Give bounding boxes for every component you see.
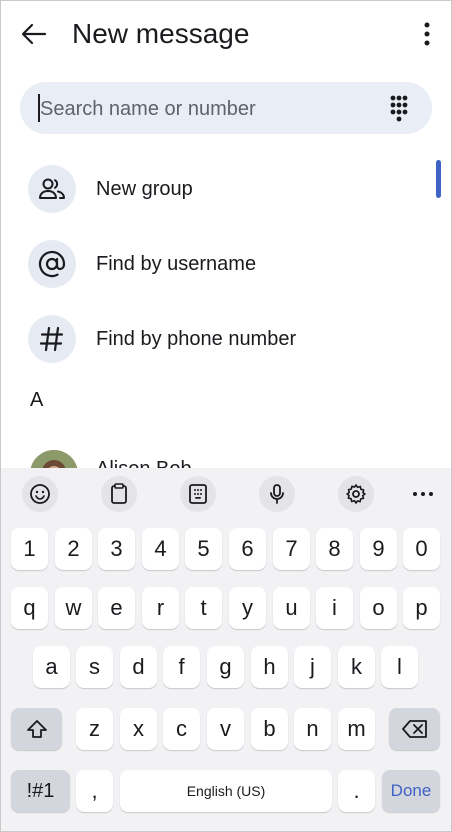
symbols-key[interactable]: !#1 [11, 770, 70, 812]
key-i[interactable]: i [316, 587, 353, 629]
group-icon [28, 165, 76, 213]
key-h[interactable]: h [251, 646, 288, 688]
space-key[interactable]: English (US) [120, 770, 332, 812]
key-p[interactable]: p [403, 587, 440, 629]
dialpad-icon[interactable] [384, 94, 414, 122]
key-n[interactable]: n [294, 708, 331, 750]
key-1[interactable]: 1 [11, 528, 48, 570]
more-horiz-icon[interactable] [405, 476, 441, 512]
action-label: Find by phone number [96, 327, 297, 350]
new-group-action[interactable]: New group [28, 164, 408, 214]
search-bar[interactable] [20, 82, 432, 136]
scrollbar-thumb[interactable] [436, 160, 441, 198]
back-arrow-icon[interactable] [16, 18, 52, 50]
find-by-username-action[interactable]: Find by username [28, 239, 408, 289]
key-f[interactable]: f [163, 646, 200, 688]
key-m[interactable]: m [338, 708, 375, 750]
key-4[interactable]: 4 [142, 528, 179, 570]
key-x[interactable]: x [120, 708, 157, 750]
key-z[interactable]: z [76, 708, 113, 750]
key-8[interactable]: 8 [316, 528, 353, 570]
key-u[interactable]: u [273, 587, 310, 629]
mic-icon[interactable] [259, 476, 295, 512]
key-j[interactable]: j [294, 646, 331, 688]
backspace-icon [401, 720, 427, 738]
key-k[interactable]: k [338, 646, 375, 688]
shift-icon [26, 720, 47, 738]
key-d[interactable]: d [120, 646, 157, 688]
key-y[interactable]: y [229, 587, 266, 629]
key-a[interactable]: a [33, 646, 70, 688]
comma-key[interactable]: , [76, 770, 113, 812]
key-w[interactable]: w [55, 587, 92, 629]
key-s[interactable]: s [76, 646, 113, 688]
at-icon [28, 240, 76, 288]
key-r[interactable]: r [142, 587, 179, 629]
section-header: A [30, 389, 44, 411]
key-7[interactable]: 7 [273, 528, 310, 570]
key-t[interactable]: t [185, 587, 222, 629]
more-vert-icon[interactable] [412, 16, 442, 52]
key-e[interactable]: e [98, 587, 135, 629]
hash-icon [28, 315, 76, 363]
action-label: New group [96, 177, 193, 200]
on-screen-keyboard: 1 2 3 4 5 6 7 8 9 0 q w e r t y u i o p … [0, 468, 452, 832]
text-cursor [38, 94, 40, 122]
search-input[interactable] [38, 82, 372, 136]
settings-icon[interactable] [338, 476, 374, 512]
key-l[interactable]: l [381, 646, 418, 688]
key-5[interactable]: 5 [185, 528, 222, 570]
key-0[interactable]: 0 [403, 528, 440, 570]
done-button[interactable]: Done [382, 770, 440, 812]
key-c[interactable]: c [163, 708, 200, 750]
key-q[interactable]: q [11, 587, 48, 629]
emoji-icon[interactable] [22, 476, 58, 512]
app-bar: New message [0, 0, 452, 68]
key-3[interactable]: 3 [98, 528, 135, 570]
period-key[interactable]: . [338, 770, 375, 812]
keyboard-layout-icon[interactable] [180, 476, 216, 512]
key-9[interactable]: 9 [360, 528, 397, 570]
key-2[interactable]: 2 [55, 528, 92, 570]
key-o[interactable]: o [360, 587, 397, 629]
page-title: New message [72, 18, 250, 49]
key-6[interactable]: 6 [229, 528, 266, 570]
key-b[interactable]: b [251, 708, 288, 750]
keyboard-toolbar [0, 468, 452, 520]
shift-key[interactable] [11, 708, 62, 750]
key-g[interactable]: g [207, 646, 244, 688]
clipboard-icon[interactable] [101, 476, 137, 512]
find-by-phone-action[interactable]: Find by phone number [28, 314, 408, 364]
action-label: Find by username [96, 252, 257, 275]
backspace-key[interactable] [389, 708, 440, 750]
key-v[interactable]: v [207, 708, 244, 750]
